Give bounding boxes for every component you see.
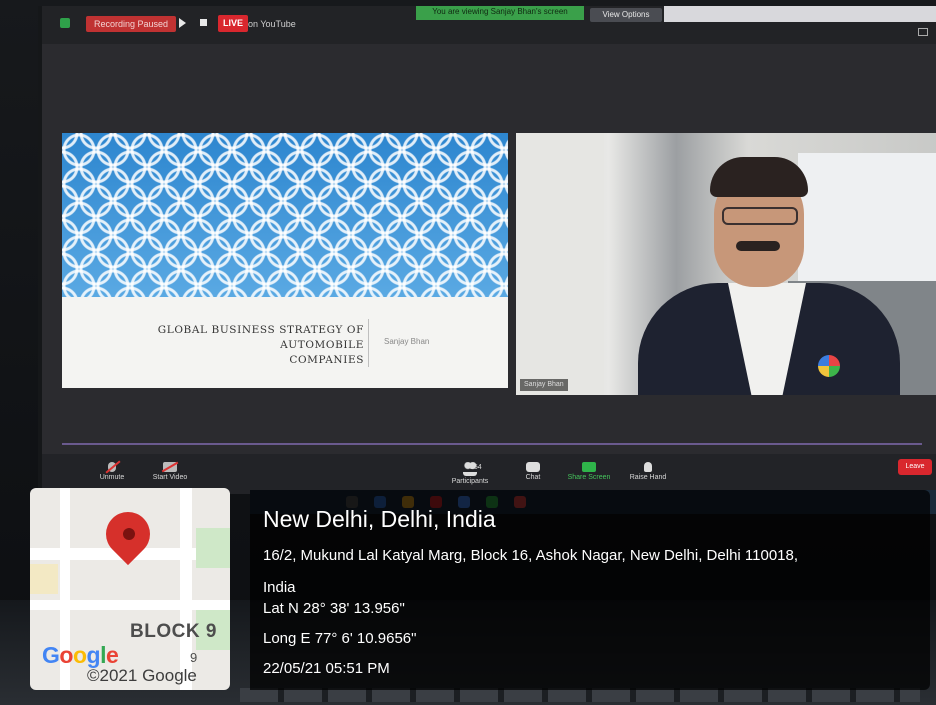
live-destination[interactable]: on YouTube [248, 19, 296, 29]
chat-label: Chat [525, 474, 541, 481]
slide-presenter: Sanjay Bhan [384, 337, 430, 346]
share-screen-icon [582, 462, 596, 472]
meeting-top-bar: Recording Paused LIVE on YouTube You are… [42, 6, 936, 44]
capture-datetime: 22/05/21 05:51 PM [263, 660, 390, 677]
exit-fullscreen-icon[interactable] [918, 28, 928, 36]
pocket-square [818, 355, 840, 377]
speaker-hair [710, 157, 808, 197]
meeting-info-icon[interactable] [60, 18, 70, 28]
speaker-video-tile[interactable]: Sanjay Bhan [516, 133, 936, 395]
unmute-label: Unmute [99, 474, 125, 481]
location-map-thumbnail: BLOCK 9 9 Google ©2021 Google [30, 488, 230, 690]
recording-status[interactable]: Recording Paused [86, 16, 177, 32]
speaker-moustache [736, 241, 780, 251]
raise-hand-label: Raise Hand [629, 474, 667, 481]
map-block-number: 9 [190, 650, 198, 665]
zoom-window: Recording Paused LIVE on YouTube You are… [38, 6, 936, 494]
slide-title-line1: GLOBAL BUSINESS STRATEGY OF AUTOMOBILE [157, 324, 364, 351]
address-line1: 16/2, Mukund Lal Katyal Marg, Block 16, … [263, 547, 799, 564]
share-screen-label: Share Screen [567, 474, 611, 481]
chat-icon [526, 462, 540, 472]
unmute-button[interactable]: Unmute [92, 462, 132, 481]
start-video-button[interactable]: Start Video [148, 462, 192, 481]
location-city: New Delhi, Delhi, India [263, 506, 496, 532]
map-block-label: BLOCK 9 [130, 621, 217, 642]
chat-button[interactable]: Chat [520, 462, 546, 481]
map-block [30, 564, 58, 594]
live-badge: LIVE [218, 15, 249, 32]
raise-hand-button[interactable]: Raise Hand [626, 462, 670, 481]
slide-circle-pattern [62, 133, 508, 297]
participants-label: Participants [451, 478, 489, 485]
view-options-button[interactable]: View Options [590, 8, 662, 22]
participant-count: 254 [470, 464, 482, 471]
location-address: 16/2, Mukund Lal Katyal Marg, Block 16, … [263, 540, 923, 604]
start-video-label: Start Video [152, 474, 188, 481]
muted-mic-icon [108, 462, 116, 472]
longitude: Long E 77° 6' 10.9656" [263, 630, 417, 647]
map-copyright: ©2021 Google [87, 666, 197, 685]
google-logo: Google [42, 642, 119, 668]
raise-hand-icon [644, 462, 652, 472]
video-background-window [798, 153, 936, 281]
shared-slide: GLOBAL BUSINESS STRATEGY OF AUTOMOBILE C… [62, 133, 508, 388]
map-park [196, 528, 230, 568]
location-pin-center [123, 528, 135, 540]
active-speaker-divider [62, 443, 922, 445]
slide-title: GLOBAL BUSINESS STRATEGY OF AUTOMOBILE C… [88, 323, 364, 368]
participant-name-label: Sanjay Bhan [520, 379, 568, 391]
resume-recording-icon[interactable] [179, 18, 186, 28]
video-off-icon [163, 462, 177, 472]
window-titlebar-strip [664, 6, 936, 22]
viewing-screen-banner: You are viewing Sanjay Bhan's screen [416, 6, 584, 20]
video-background-door [516, 133, 604, 395]
latitude: Lat N 28° 38' 13.956" [263, 600, 405, 617]
slide-title-line2: COMPANIES [289, 354, 364, 366]
leave-button[interactable]: Leave [898, 459, 932, 475]
keyboard-keys [240, 688, 920, 702]
stop-recording-icon[interactable] [200, 19, 207, 26]
slide-divider [368, 319, 369, 367]
speaker-glasses [722, 207, 798, 225]
share-screen-button[interactable]: Share Screen [564, 462, 614, 481]
